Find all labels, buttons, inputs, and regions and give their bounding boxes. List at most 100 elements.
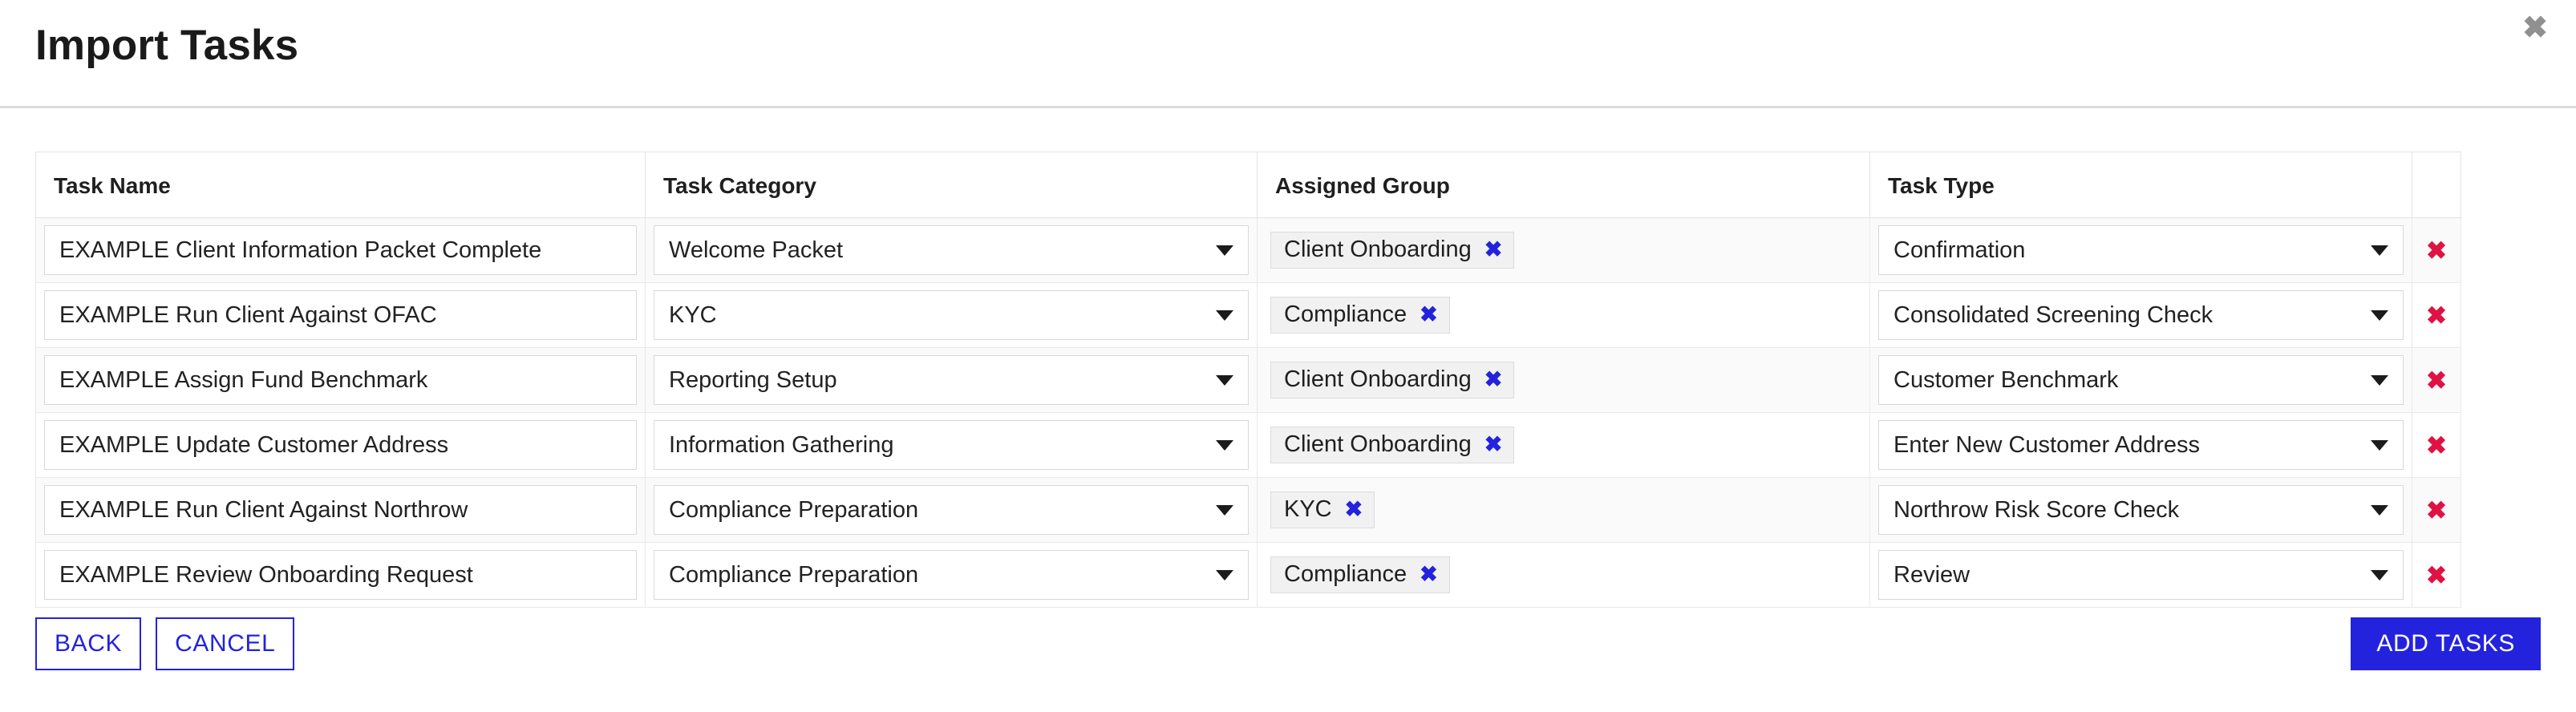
chip-remove-icon[interactable]: ✖ bbox=[1484, 434, 1503, 455]
cell-assigned-group: Client Onboarding ✖ bbox=[1257, 217, 1870, 283]
chip-remove-icon[interactable]: ✖ bbox=[1420, 564, 1438, 585]
task-type-value: Northrow Risk Score Check bbox=[1894, 498, 2180, 522]
cell-task-category: Welcome Packet bbox=[645, 217, 1258, 283]
cell-delete: ✖ bbox=[2412, 217, 2461, 283]
page-title: Import Tasks bbox=[35, 22, 299, 69]
delete-row-icon[interactable]: ✖ bbox=[2426, 498, 2447, 523]
chevron-down-icon bbox=[2371, 374, 2388, 386]
cell-task-name: EXAMPLE Assign Fund Benchmark bbox=[35, 347, 646, 413]
task-category-select[interactable]: Information Gathering bbox=[654, 420, 1249, 470]
chevron-down-icon bbox=[2371, 245, 2388, 256]
task-type-select[interactable]: Northrow Risk Score Check bbox=[1878, 485, 2404, 535]
assigned-group-chip[interactable]: Client Onboarding ✖ bbox=[1270, 232, 1515, 269]
cell-task-type: Consolidated Screening Check bbox=[1869, 282, 2412, 348]
back-button[interactable]: BACK bbox=[35, 617, 142, 670]
chip-remove-icon[interactable]: ✖ bbox=[1484, 369, 1503, 390]
chevron-down-icon bbox=[1216, 569, 1233, 581]
assigned-group-chip-list: Client Onboarding ✖ bbox=[1266, 420, 1861, 470]
task-name-input[interactable]: EXAMPLE Update Customer Address bbox=[44, 420, 637, 470]
import-tasks-dialog: Import Tasks ✖ Task Name Task Category A… bbox=[0, 0, 2576, 712]
table-row: EXAMPLE Review Onboarding Request Compli… bbox=[35, 542, 2461, 608]
assigned-group-chip-label: KYC bbox=[1284, 496, 1332, 522]
cell-task-type: Enter New Customer Address bbox=[1869, 412, 2412, 478]
assigned-group-chip[interactable]: Client Onboarding ✖ bbox=[1270, 362, 1515, 398]
assigned-group-chip-label: Client Onboarding bbox=[1284, 366, 1472, 392]
task-category-select[interactable]: Welcome Packet bbox=[654, 225, 1249, 275]
column-header-task-category: Task Category bbox=[645, 152, 1258, 218]
chevron-down-icon bbox=[1216, 374, 1233, 386]
task-type-select[interactable]: Confirmation bbox=[1878, 225, 2404, 275]
chevron-down-icon bbox=[1216, 309, 1233, 321]
dialog-footer: BACK CANCEL ADD TASKS bbox=[0, 617, 2576, 698]
cell-task-name: EXAMPLE Review Onboarding Request bbox=[35, 542, 646, 608]
task-type-select[interactable]: Customer Benchmark bbox=[1878, 355, 2404, 405]
task-type-value: Confirmation bbox=[1894, 238, 2026, 262]
cell-task-category: Compliance Preparation bbox=[645, 542, 1258, 608]
assigned-group-chip[interactable]: Compliance ✖ bbox=[1270, 556, 1450, 593]
assigned-group-chip-list: Compliance ✖ bbox=[1266, 550, 1861, 600]
table-row: EXAMPLE Client Information Packet Comple… bbox=[35, 217, 2461, 283]
cell-assigned-group: Client Onboarding ✖ bbox=[1257, 412, 1870, 478]
assigned-group-chip-list: Compliance ✖ bbox=[1266, 290, 1861, 340]
delete-row-icon[interactable]: ✖ bbox=[2426, 563, 2447, 588]
task-type-value: Review bbox=[1894, 563, 1970, 587]
task-category-select[interactable]: Reporting Setup bbox=[654, 355, 1249, 405]
column-header-task-type: Task Type bbox=[1869, 152, 2412, 218]
task-category-select[interactable]: Compliance Preparation bbox=[654, 550, 1249, 600]
task-category-value: Compliance Preparation bbox=[669, 498, 919, 522]
assigned-group-chip[interactable]: Client Onboarding ✖ bbox=[1270, 427, 1515, 463]
cell-task-category: KYC bbox=[645, 282, 1258, 348]
task-type-select[interactable]: Enter New Customer Address bbox=[1878, 420, 2404, 470]
chevron-down-icon bbox=[2371, 309, 2388, 321]
table-body: EXAMPLE Client Information Packet Comple… bbox=[35, 217, 2461, 608]
chip-remove-icon[interactable]: ✖ bbox=[1345, 499, 1363, 520]
task-name-input[interactable]: EXAMPLE Run Client Against OFAC bbox=[44, 290, 637, 340]
delete-row-icon[interactable]: ✖ bbox=[2426, 368, 2447, 393]
table-row: EXAMPLE Update Customer Address Informat… bbox=[35, 412, 2461, 478]
cancel-button[interactable]: CANCEL bbox=[156, 617, 295, 670]
task-category-value: Compliance Preparation bbox=[669, 563, 919, 587]
add-tasks-button[interactable]: ADD TASKS bbox=[2351, 617, 2541, 670]
cell-task-name: EXAMPLE Client Information Packet Comple… bbox=[35, 217, 646, 283]
cell-delete: ✖ bbox=[2412, 477, 2461, 543]
task-category-value: KYC bbox=[669, 303, 717, 327]
chip-remove-icon[interactable]: ✖ bbox=[1484, 239, 1503, 261]
import-tasks-table: Task Name Task Category Assigned Group T… bbox=[35, 152, 2461, 608]
task-category-select[interactable]: Compliance Preparation bbox=[654, 485, 1249, 535]
table-row: EXAMPLE Run Client Against OFAC KYC Comp… bbox=[35, 282, 2461, 348]
delete-row-icon[interactable]: ✖ bbox=[2426, 433, 2447, 458]
delete-row-icon[interactable]: ✖ bbox=[2426, 303, 2447, 328]
task-type-select[interactable]: Consolidated Screening Check bbox=[1878, 290, 2404, 340]
assigned-group-chip[interactable]: Compliance ✖ bbox=[1270, 297, 1450, 334]
chevron-down-icon bbox=[2371, 504, 2388, 516]
footer-left-actions: BACK CANCEL bbox=[35, 617, 295, 670]
cell-assigned-group: Compliance ✖ bbox=[1257, 542, 1870, 608]
dialog-header: Import Tasks ✖ bbox=[0, 0, 2576, 108]
cell-assigned-group: KYC ✖ bbox=[1257, 477, 1870, 543]
task-name-input[interactable]: EXAMPLE Run Client Against Northrow bbox=[44, 485, 637, 535]
task-category-value: Reporting Setup bbox=[669, 368, 837, 392]
cell-delete: ✖ bbox=[2412, 347, 2461, 413]
close-icon[interactable]: ✖ bbox=[2515, 8, 2555, 48]
table-header: Task Name Task Category Assigned Group T… bbox=[35, 152, 2461, 218]
cell-delete: ✖ bbox=[2412, 282, 2461, 348]
assigned-group-chip[interactable]: KYC ✖ bbox=[1270, 492, 1375, 528]
task-type-select[interactable]: Review bbox=[1878, 550, 2404, 600]
task-category-select[interactable]: KYC bbox=[654, 290, 1249, 340]
column-header-task-name: Task Name bbox=[35, 152, 646, 218]
task-name-input[interactable]: EXAMPLE Assign Fund Benchmark bbox=[44, 355, 637, 405]
cell-task-type: Customer Benchmark bbox=[1869, 347, 2412, 413]
chevron-down-icon bbox=[2371, 569, 2388, 581]
table-row: EXAMPLE Run Client Against Northrow Comp… bbox=[35, 477, 2461, 543]
delete-row-icon[interactable]: ✖ bbox=[2426, 238, 2447, 263]
task-name-input[interactable]: EXAMPLE Client Information Packet Comple… bbox=[44, 225, 637, 275]
assigned-group-chip-label: Compliance bbox=[1284, 561, 1407, 587]
cell-assigned-group: Client Onboarding ✖ bbox=[1257, 347, 1870, 413]
cell-task-category: Information Gathering bbox=[645, 412, 1258, 478]
assigned-group-chip-list: Client Onboarding ✖ bbox=[1266, 355, 1861, 405]
task-name-input[interactable]: EXAMPLE Review Onboarding Request bbox=[44, 550, 637, 600]
cell-task-category: Reporting Setup bbox=[645, 347, 1258, 413]
chip-remove-icon[interactable]: ✖ bbox=[1420, 304, 1438, 326]
cell-assigned-group: Compliance ✖ bbox=[1257, 282, 1870, 348]
task-category-value: Welcome Packet bbox=[669, 238, 844, 262]
